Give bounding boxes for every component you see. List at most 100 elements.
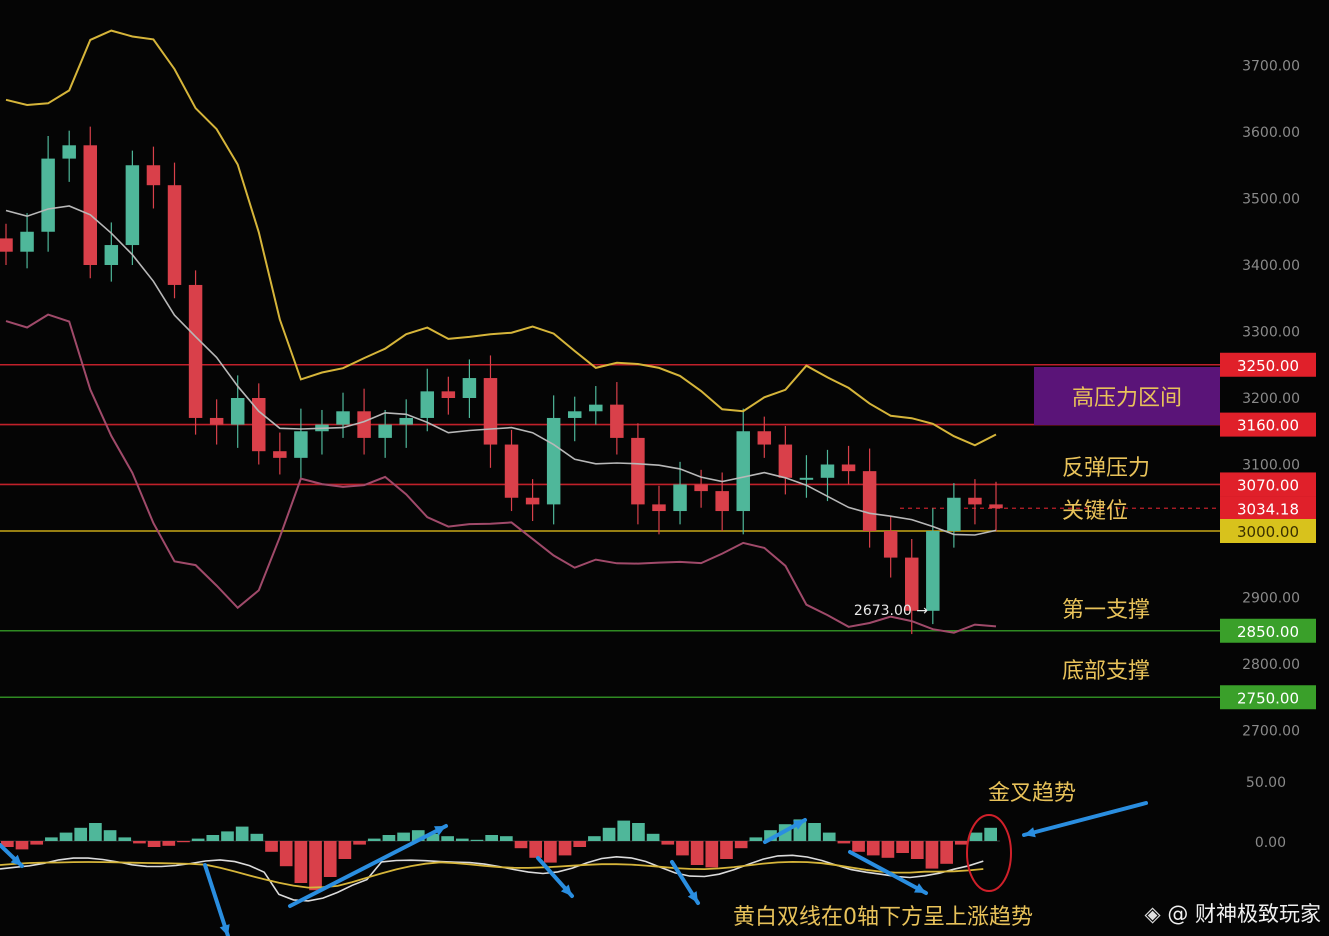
first-support-label: 第一支撑 xyxy=(1062,598,1151,623)
bollinger-upper xyxy=(5,29,997,447)
macd-bar-down xyxy=(925,841,939,869)
macd-bar-down xyxy=(558,841,572,856)
macd-bar-up xyxy=(617,820,631,841)
macd-bar-up xyxy=(103,830,117,841)
candle-up xyxy=(673,484,687,512)
lines-rising-label: 黄白双线在0轴下方呈上涨趋势 xyxy=(733,905,1033,930)
macd-bar-up xyxy=(206,835,220,841)
binance-diamond-icon: ◈ xyxy=(1144,902,1161,926)
candle-down xyxy=(652,504,666,512)
macd-bar-down xyxy=(147,841,161,847)
candle-down xyxy=(883,531,898,558)
high-pressure-zone-box: 高压力区间 xyxy=(1034,367,1220,425)
macd-bar-down xyxy=(573,841,587,847)
y-tick-label: 2700.00 xyxy=(1242,724,1300,740)
macd-bar-up xyxy=(191,838,205,841)
candle-up xyxy=(20,231,34,252)
macd-bar-up xyxy=(646,833,660,841)
macd-bar-up xyxy=(441,836,454,841)
macd-bar-down xyxy=(162,841,176,846)
macd-bar-down xyxy=(940,841,953,864)
macd-bar-up xyxy=(602,827,616,841)
candle-down xyxy=(610,404,624,438)
golden-cross-label: 金叉趋势 xyxy=(988,781,1077,806)
macd-bar-up xyxy=(397,832,410,841)
macd-bar-down xyxy=(705,841,719,868)
y-tick-label: 3100.00 xyxy=(1242,458,1300,474)
candle-down xyxy=(989,504,1003,509)
candle-down xyxy=(631,437,645,505)
macd-bar-up xyxy=(250,833,264,841)
macd-bar-up xyxy=(632,823,645,841)
bollinger-middle xyxy=(5,205,997,536)
price-tag-label: 3000.00 xyxy=(1237,523,1299,541)
price-tag-label: 2750.00 xyxy=(1237,689,1299,707)
key-level-label: 关键位 xyxy=(1062,499,1129,524)
candle-up xyxy=(104,245,119,265)
macd-bar-up xyxy=(470,839,484,841)
macd-bar-down xyxy=(954,841,968,845)
macd-bar-down xyxy=(837,841,851,844)
macd-bar-up xyxy=(588,836,601,841)
macd-bar-up xyxy=(74,827,88,841)
candle-down xyxy=(715,491,729,512)
macd-bar-down xyxy=(514,841,528,849)
macd-tick-label: 50.00 xyxy=(1246,775,1286,791)
candle-up xyxy=(567,411,582,418)
candle-up xyxy=(230,398,245,425)
candle-up xyxy=(294,431,308,458)
candle-up xyxy=(41,158,55,232)
macd-bar-down xyxy=(690,841,704,865)
macd-bar-up xyxy=(221,831,234,841)
candle-up xyxy=(62,145,76,159)
y-tick-label: 3600.00 xyxy=(1242,125,1300,141)
trend-arrow xyxy=(203,863,230,936)
candle-down xyxy=(757,431,772,445)
macd-tick-label: 0.00 xyxy=(1255,835,1286,851)
candle-down xyxy=(188,284,203,418)
macd-bar-up xyxy=(500,836,513,841)
macd-bar-down xyxy=(177,841,190,843)
macd-bar-down xyxy=(309,841,322,891)
candle-up xyxy=(378,424,392,438)
candle-down xyxy=(441,391,456,398)
macd-bar-down xyxy=(338,841,352,859)
macd-bar-down xyxy=(323,841,337,877)
price-tag-label: 3160.00 xyxy=(1237,417,1299,435)
macd-bar-down xyxy=(852,841,865,852)
candle-up xyxy=(546,417,561,505)
trend-arrow-head xyxy=(219,924,230,936)
candle-down xyxy=(841,464,856,472)
candle-down xyxy=(83,145,97,265)
price-tag-label: 3250.00 xyxy=(1237,357,1299,375)
macd-bar-down xyxy=(133,841,146,844)
macd-bar-up xyxy=(969,832,983,841)
macd-bar-up xyxy=(45,837,58,841)
macd-bar-down xyxy=(353,841,366,845)
price-tag-label: 2850.00 xyxy=(1237,623,1299,641)
candle-up xyxy=(336,411,350,425)
candle-down xyxy=(504,444,519,498)
bottom-support-label: 底部支撑 xyxy=(1062,659,1151,684)
macd-bar-up xyxy=(808,823,821,841)
candle-down xyxy=(862,471,877,531)
candle-down xyxy=(483,378,498,445)
y-tick-label: 2800.00 xyxy=(1242,657,1300,673)
y-tick-label: 3400.00 xyxy=(1242,258,1300,274)
low-price-marker: 2673.00 → xyxy=(854,603,928,619)
rebound-pressure-label: 反弹压力 xyxy=(1062,456,1151,481)
candle-up xyxy=(589,404,603,412)
candle-down xyxy=(525,497,540,505)
macd-bar-up xyxy=(59,832,73,841)
candle-up xyxy=(420,391,435,418)
macd-bar-down xyxy=(881,841,895,858)
candle-down xyxy=(146,165,161,186)
candle-up xyxy=(947,497,961,531)
macd-bar-down xyxy=(544,841,557,863)
macd-bar-up xyxy=(118,837,132,841)
candle-down xyxy=(968,497,982,505)
trend-arrow xyxy=(1022,801,1148,837)
candle-up xyxy=(125,165,140,246)
candle-down xyxy=(0,238,13,252)
macd-bar-down xyxy=(676,841,689,856)
